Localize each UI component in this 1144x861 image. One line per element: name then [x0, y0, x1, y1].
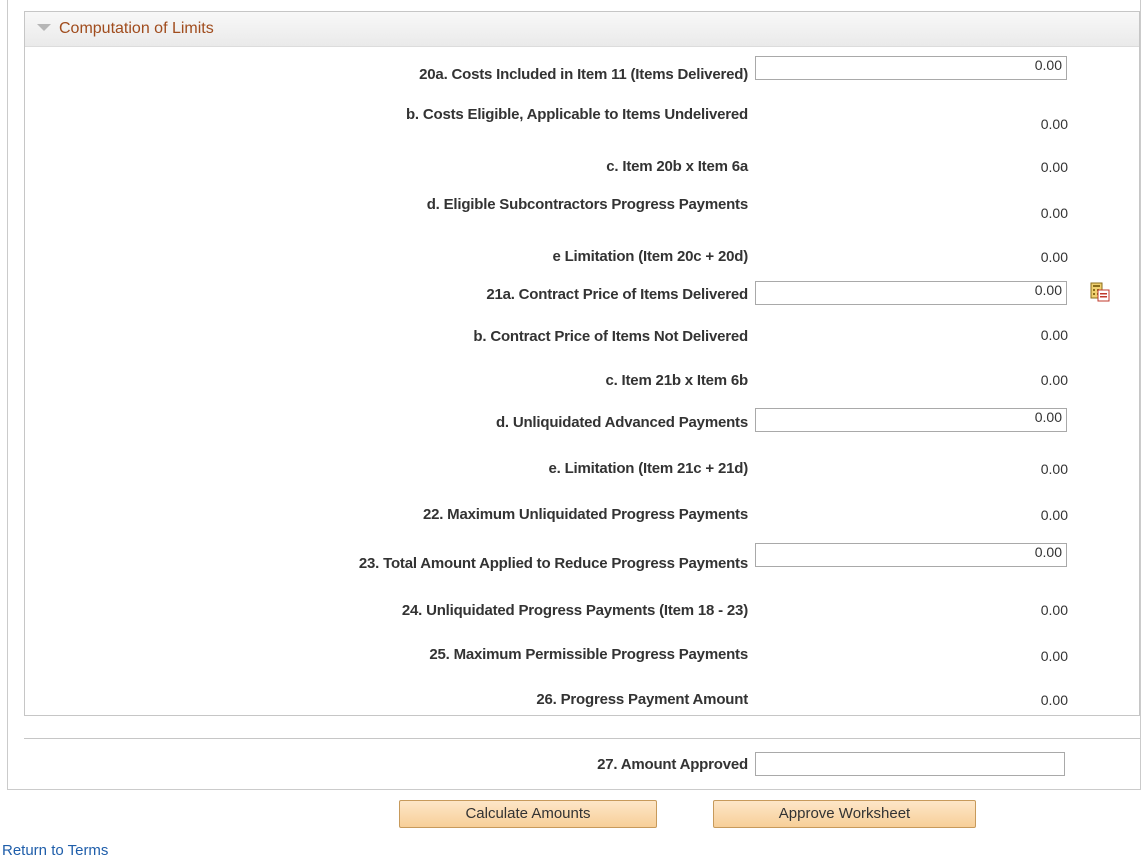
- row-label: c. Item 20b x Item 6a: [606, 158, 748, 175]
- row-value: 0.00: [1040, 205, 1068, 221]
- row-unliquidated-advanced: d. Unliquidated Advanced Payments: [0, 408, 1140, 438]
- calculate-amounts-button[interactable]: Calculate Amounts: [399, 800, 657, 828]
- row-label: 26. Progress Payment Amount: [536, 691, 748, 708]
- row-label: 20a. Costs Included in Item 11 (Items De…: [419, 66, 748, 83]
- row-label: 27. Amount Approved: [597, 756, 748, 773]
- row-value: 0.00: [1040, 648, 1068, 664]
- row-value: 0.00: [1040, 116, 1068, 132]
- row-limitation-21: e. Limitation (Item 21c + 21d) 0.00: [0, 458, 1140, 488]
- row-max-permissible: 25. Maximum Permissible Progress Payment…: [0, 644, 1140, 674]
- row-value: 0.00: [1040, 602, 1068, 618]
- collapse-triangle-icon[interactable]: [37, 24, 51, 31]
- row-label: 23. Total Amount Applied to Reduce Progr…: [358, 555, 748, 572]
- contract-price-delivered-input[interactable]: [755, 281, 1067, 305]
- row-item-20b-x-6a: c. Item 20b x Item 6a 0.00: [0, 156, 1140, 186]
- row-costs-included-delivered: 20a. Costs Included in Item 11 (Items De…: [0, 56, 1140, 86]
- row-label: 21a. Contract Price of Items Delivered: [486, 286, 748, 303]
- unliquidated-advanced-input[interactable]: [755, 408, 1067, 432]
- row-label: d. Unliquidated Advanced Payments: [495, 414, 748, 431]
- group-title: Computation of Limits: [59, 20, 214, 37]
- row-value: 0.00: [1040, 461, 1068, 477]
- row-costs-eligible-undelivered: b. Costs Eligible, Applicable to Items U…: [0, 104, 1140, 134]
- row-label: e Limitation (Item 20c + 20d): [552, 248, 748, 265]
- row-value: 0.00: [1040, 372, 1068, 388]
- row-value: 0.00: [1040, 327, 1068, 343]
- row-label: b. Costs Eligible, Applicable to Items U…: [405, 106, 748, 123]
- row-contract-price-not-delivered: b. Contract Price of Items Not Delivered…: [0, 326, 1140, 356]
- row-max-unliquidated: 22. Maximum Unliquidated Progress Paymen…: [0, 504, 1140, 534]
- total-amount-applied-input[interactable]: [755, 543, 1067, 567]
- row-unliquidated-progress: 24. Unliquidated Progress Payments (Item…: [0, 600, 1140, 630]
- row-label: 25. Maximum Permissible Progress Payment…: [429, 646, 748, 663]
- row-limitation-20: e Limitation (Item 20c + 20d) 0.00: [0, 246, 1140, 276]
- row-value: 0.00: [1040, 249, 1068, 265]
- calculator-icon[interactable]: [1089, 281, 1111, 303]
- divider: [24, 738, 1140, 739]
- row-label: b. Contract Price of Items Not Delivered: [473, 328, 748, 345]
- row-item-21b-x-6b: c. Item 21b x Item 6b 0.00: [0, 370, 1140, 400]
- row-value: 0.00: [1040, 507, 1068, 523]
- row-label: 22. Maximum Unliquidated Progress Paymen…: [422, 506, 748, 523]
- row-value: 0.00: [1040, 159, 1068, 175]
- amount-approved-input[interactable]: [755, 752, 1065, 776]
- row-label: 24. Unliquidated Progress Payments (Item…: [401, 602, 748, 619]
- row-amount-approved: 27. Amount Approved: [0, 752, 1140, 782]
- row-progress-payment-amount: 26. Progress Payment Amount 0.00: [0, 689, 1140, 719]
- return-to-terms-link[interactable]: Return to Terms: [2, 842, 108, 859]
- row-contract-price-delivered: 21a. Contract Price of Items Delivered: [0, 281, 1140, 311]
- row-label: d. Eligible Subcontractors Progress Paym…: [426, 196, 748, 213]
- row-total-amount-applied: 23. Total Amount Applied to Reduce Progr…: [0, 543, 1140, 573]
- row-label: e. Limitation (Item 21c + 21d): [548, 460, 749, 477]
- costs-included-input[interactable]: [755, 56, 1067, 80]
- row-eligible-subcontractors: d. Eligible Subcontractors Progress Paym…: [0, 194, 1140, 224]
- row-value: 0.00: [1040, 692, 1068, 708]
- group-header[interactable]: Computation of Limits: [25, 12, 1139, 47]
- approve-worksheet-button[interactable]: Approve Worksheet: [713, 800, 976, 828]
- row-label: c. Item 21b x Item 6b: [605, 372, 748, 389]
